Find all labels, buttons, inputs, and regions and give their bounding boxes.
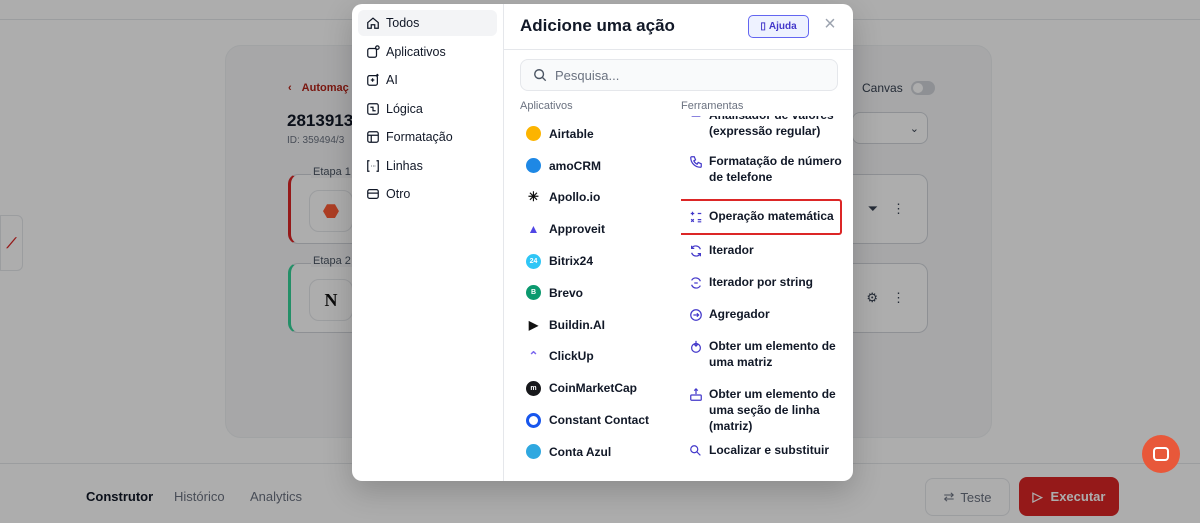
other-icon <box>367 189 379 199</box>
search-input[interactable] <box>555 67 815 83</box>
tool-iterator-string[interactable]: Iterador por string <box>681 265 849 297</box>
category-logica[interactable]: Lógica <box>358 96 497 122</box>
tools-list: Analisador de valores (expressão regular… <box>681 116 849 458</box>
category-sidebar: Todos Aplicativos AI Lógica Formatação L… <box>352 4 504 481</box>
airtable-icon <box>526 126 541 142</box>
iterator-icon <box>691 245 701 257</box>
app-conta-azul[interactable]: Conta Azul <box>520 436 675 460</box>
iterator-string-icon <box>691 277 701 289</box>
category-otro[interactable]: Otro <box>358 181 497 207</box>
math-icon <box>690 211 702 223</box>
ai-sparkle-icon <box>367 73 379 86</box>
app-clickup[interactable]: ⌃ ClickUp <box>520 341 675 373</box>
home-icon <box>367 17 379 29</box>
apps-column-header: Aplicativos <box>520 100 573 112</box>
row-section-icon <box>690 388 702 401</box>
app-bitrix24[interactable]: 24 Bitrix24 <box>520 245 675 277</box>
logic-icon <box>367 102 379 115</box>
tool-phone-format[interactable]: Formatação de número de telefone <box>681 153 849 201</box>
actions-panel: Adicione uma ação ▯Ajuda × Aplicativos F… <box>504 4 853 481</box>
apps-icon <box>367 44 380 58</box>
category-linhas[interactable]: Linhas <box>358 153 497 179</box>
app-coinmarketcap[interactable]: m CoinMarketCap <box>520 372 675 404</box>
apollo-icon: ✳ <box>526 189 541 205</box>
search-box <box>520 59 838 91</box>
category-ai[interactable]: AI <box>358 67 497 93</box>
category-todos[interactable]: Todos <box>358 10 497 36</box>
conta-azul-icon <box>526 444 541 460</box>
chat-launcher-button[interactable] <box>1142 435 1180 473</box>
buildin-icon: ▶ <box>526 317 541 333</box>
tools-column-header: Ferramentas <box>681 100 744 112</box>
modal-title: Adicione uma ação <box>520 16 675 35</box>
help-button[interactable]: ▯ Ajuda <box>748 15 809 38</box>
category-formatacao[interactable]: Formatação <box>358 124 497 150</box>
bitrix24-icon: 24 <box>526 253 541 269</box>
clickup-icon: ⌃ <box>526 348 541 364</box>
close-icon[interactable]: × <box>820 14 840 35</box>
format-icon <box>367 131 379 143</box>
chat-icon <box>1153 447 1169 461</box>
phone-icon <box>690 156 702 168</box>
tool-array-element[interactable]: Obter um elemento de uma matriz <box>681 329 849 377</box>
app-amocrm[interactable]: amoCRM <box>520 150 675 182</box>
search-icon <box>534 69 547 82</box>
tool-aggregator[interactable]: Agregador <box>681 297 849 329</box>
regex-icon <box>691 116 701 117</box>
tool-regex[interactable]: Analisador de valores (expressão regular… <box>681 116 849 153</box>
coinmarketcap-icon: m <box>526 380 541 396</box>
tool-iterator[interactable]: Iterador <box>681 233 849 265</box>
brevo-icon: B <box>526 285 541 301</box>
category-aplicativos[interactable]: Aplicativos <box>358 39 497 65</box>
app-airtable[interactable]: Airtable <box>520 118 675 150</box>
lines-icon <box>367 159 379 172</box>
approveit-icon: ▲ <box>526 221 541 237</box>
constant-contact-icon <box>526 412 541 428</box>
app-brevo[interactable]: B Brevo <box>520 277 675 309</box>
amocrm-icon <box>526 158 541 174</box>
app-approveit[interactable]: ▲ Approveit <box>520 213 675 245</box>
app-buildin[interactable]: ▶ Buildin.AI <box>520 309 675 341</box>
find-replace-icon <box>690 445 701 456</box>
tool-math-operation[interactable]: Operação matemática <box>681 199 842 235</box>
book-icon: ▯ <box>760 21 766 32</box>
apps-list: Airtable amoCRM ✳ Apollo.io ▲ Approveit 24… <box>520 118 675 460</box>
tool-row-section-element[interactable]: Obter um elemento de uma seção de linha … <box>681 377 849 441</box>
tool-find-replace[interactable]: Localizar e substituir <box>681 441 849 458</box>
array-element-icon <box>691 340 701 353</box>
modal-header: Adicione uma ação ▯ Ajuda × <box>504 4 853 50</box>
add-action-modal: Todos Aplicativos AI Lógica Formatação L… <box>352 4 853 481</box>
app-apollo[interactable]: ✳ Apollo.io <box>520 182 675 214</box>
app-constant-contact[interactable]: Constant Contact <box>520 404 675 436</box>
aggregator-icon <box>690 309 702 321</box>
